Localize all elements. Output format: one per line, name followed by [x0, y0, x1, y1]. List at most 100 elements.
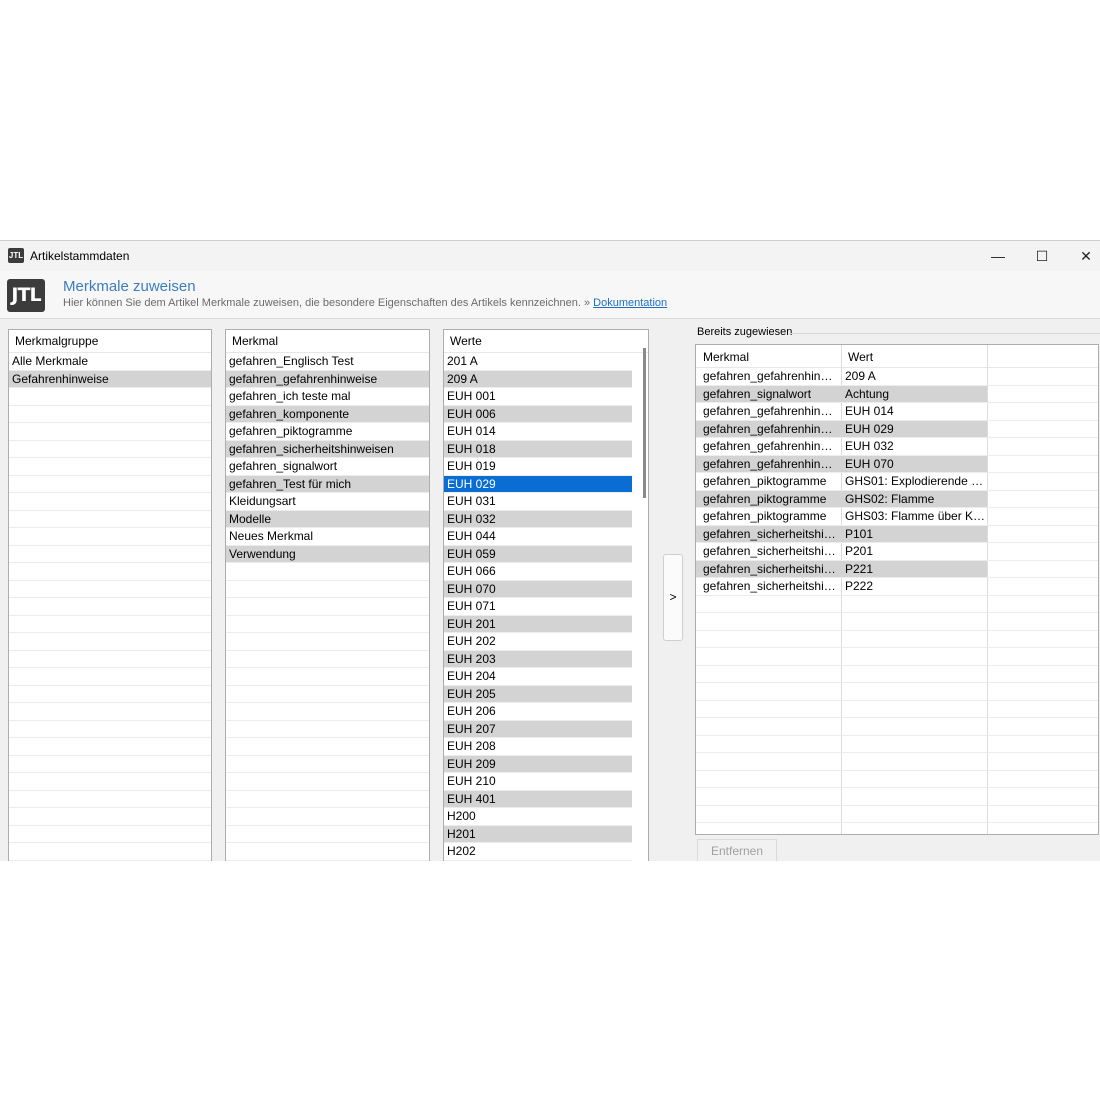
list-item[interactable]: EUH 071 [444, 598, 632, 616]
list-item-label: EUH 209 [447, 756, 496, 771]
table-row[interactable]: gefahren_gefahrenhinweise EUH 032 [696, 438, 1098, 456]
list-item[interactable]: EUH 203 [444, 650, 632, 668]
list-item[interactable]: Neues Merkmal [226, 528, 429, 546]
table-row[interactable]: gefahren_gefahrenhinweise EUH 014 [696, 403, 1098, 421]
table-row[interactable]: gefahren_piktogramme GHS01: Explodierende… [696, 473, 1098, 491]
list-item[interactable]: Verwendung [226, 545, 429, 563]
maximize-button[interactable]: ☐ [1020, 241, 1064, 271]
empty-row [9, 826, 211, 843]
list-item-label: H201 [447, 826, 476, 841]
list-item[interactable]: EUH 202 [444, 633, 632, 651]
werte-scrollbar[interactable] [643, 348, 646, 498]
list-item[interactable]: gefahren_sicherheitshinweisen [226, 440, 429, 458]
cell-merkmal: gefahren_gefahrenhinweise [703, 421, 841, 436]
page-title: Merkmale zuweisen [63, 278, 196, 295]
empty-row [9, 791, 211, 808]
list-item-label: EUH 401 [447, 791, 496, 806]
remove-button[interactable]: Entfernen [697, 839, 777, 861]
list-item[interactable]: EUH 066 [444, 563, 632, 581]
empty-row [696, 631, 1098, 648]
list-item-label: EUH 031 [447, 494, 496, 508]
list-item[interactable]: Alle Merkmale [9, 353, 211, 371]
list-item[interactable]: H201 [444, 825, 632, 843]
list-item[interactable]: EUH 014 [444, 423, 632, 441]
list-item[interactable]: 209 A [444, 370, 632, 388]
cell-wert: P101 [845, 526, 874, 541]
list-item[interactable]: gefahren_piktogramme [226, 423, 429, 441]
column-header-merkmal[interactable]: Merkmal [703, 350, 749, 364]
list-item[interactable]: EUH 201 [444, 615, 632, 633]
table-row[interactable]: gefahren_sicherheitshinweis... P222 [696, 578, 1098, 596]
list-item[interactable]: gefahren_gefahrenhinweise [226, 370, 429, 388]
empty-row [9, 808, 211, 826]
list-item[interactable]: gefahren_komponente [226, 405, 429, 423]
list-item-label: Alle Merkmale [12, 354, 89, 368]
table-row[interactable]: gefahren_gefahrenhinweise EUH 070 [696, 455, 1098, 473]
assigned-grid[interactable]: Merkmal Wert gefahren_gefahrenhinweise 20… [695, 344, 1099, 835]
cell-wert: P222 [845, 579, 874, 593]
list-item-label: EUH 006 [447, 406, 496, 421]
empty-row [9, 581, 211, 598]
list-item-label: EUH 001 [447, 389, 496, 403]
list-item-label: EUH 205 [447, 686, 496, 701]
list-item[interactable]: Modelle [226, 510, 429, 528]
list-item[interactable]: gefahren_Englisch Test [226, 353, 429, 371]
list-item[interactable]: EUH 031 [444, 493, 632, 511]
list-item[interactable]: EUH 208 [444, 738, 632, 756]
list-item[interactable]: EUH 019 [444, 458, 632, 476]
list-item[interactable]: H202 [444, 843, 632, 861]
list-item[interactable]: EUH 070 [444, 580, 632, 598]
list-item[interactable]: EUH 029 [444, 475, 632, 493]
list-item[interactable]: EUH 206 [444, 703, 632, 721]
list-item[interactable]: 201 A [444, 353, 632, 371]
cell-merkmal: gefahren_signalwort [703, 386, 812, 401]
werte-list[interactable]: Werte 201 A 209 A EUH 001 EUH 006 EUH 014 EUH… [443, 329, 649, 861]
table-row[interactable]: gefahren_piktogramme GHS03: Flamme über K… [696, 508, 1098, 526]
list-item-label: EUH 201 [447, 616, 496, 631]
list-item[interactable]: EUH 205 [444, 685, 632, 703]
list-item-label: EUH 014 [447, 424, 496, 438]
list-item-label: Gefahrenhinweise [12, 371, 109, 386]
list-item[interactable]: EUH 401 [444, 790, 632, 808]
list-item[interactable]: Kleidungsart [226, 493, 429, 511]
merkmal-list[interactable]: Merkmal gefahren_Englisch Test gefahren_g… [225, 329, 430, 861]
list-item[interactable]: EUH 207 [444, 720, 632, 738]
empty-row [696, 596, 1098, 613]
list-item[interactable]: EUH 006 [444, 405, 632, 423]
table-row[interactable]: gefahren_signalwort Achtung [696, 385, 1098, 403]
list-item-label: EUH 066 [447, 564, 496, 578]
list-item[interactable]: gefahren_Test für mich [226, 475, 429, 493]
documentation-link[interactable]: Dokumentation [593, 297, 667, 309]
table-row[interactable]: gefahren_gefahrenhinweise EUH 029 [696, 420, 1098, 438]
column-header-wert[interactable]: Wert [848, 350, 873, 364]
table-row[interactable]: gefahren_piktogramme GHS02: Flamme [696, 490, 1098, 508]
list-item[interactable]: EUH 032 [444, 510, 632, 528]
list-item[interactable]: gefahren_signalwort [226, 458, 429, 476]
empty-row [696, 753, 1098, 771]
table-row[interactable]: gefahren_sicherheitshinweis... P221 [696, 560, 1098, 578]
list-item-label: EUH 029 [447, 476, 496, 491]
list-item[interactable]: H200 [444, 808, 632, 826]
merkmalgruppe-list[interactable]: Merkmalgruppe Alle Merkmale Gefahrenhinwe… [8, 329, 212, 861]
list-item[interactable]: EUH 209 [444, 755, 632, 773]
list-item[interactable]: EUH 210 [444, 773, 632, 791]
list-item[interactable]: H203 [444, 860, 632, 861]
list-item[interactable]: gefahren_ich teste mal [226, 388, 429, 406]
list-item[interactable]: EUH 044 [444, 528, 632, 546]
close-button[interactable]: ✕ [1064, 241, 1100, 271]
list-item-label: EUH 070 [447, 581, 496, 596]
empty-row [9, 563, 211, 581]
empty-row [9, 476, 211, 493]
list-item[interactable]: EUH 001 [444, 388, 632, 406]
list-item-label: EUH 207 [447, 721, 496, 736]
table-row[interactable]: gefahren_sicherheitshinweis... P201 [696, 543, 1098, 561]
list-item[interactable]: Gefahrenhinweise [9, 370, 211, 388]
table-row[interactable]: gefahren_sicherheitshinweis... P101 [696, 525, 1098, 543]
table-row[interactable]: gefahren_gefahrenhinweise 209 A [696, 368, 1098, 386]
assign-button[interactable]: > [663, 554, 683, 641]
empty-row [226, 721, 429, 738]
list-item[interactable]: EUH 059 [444, 545, 632, 563]
minimize-button[interactable]: — [976, 241, 1020, 271]
list-item[interactable]: EUH 018 [444, 440, 632, 458]
list-item[interactable]: EUH 204 [444, 668, 632, 686]
